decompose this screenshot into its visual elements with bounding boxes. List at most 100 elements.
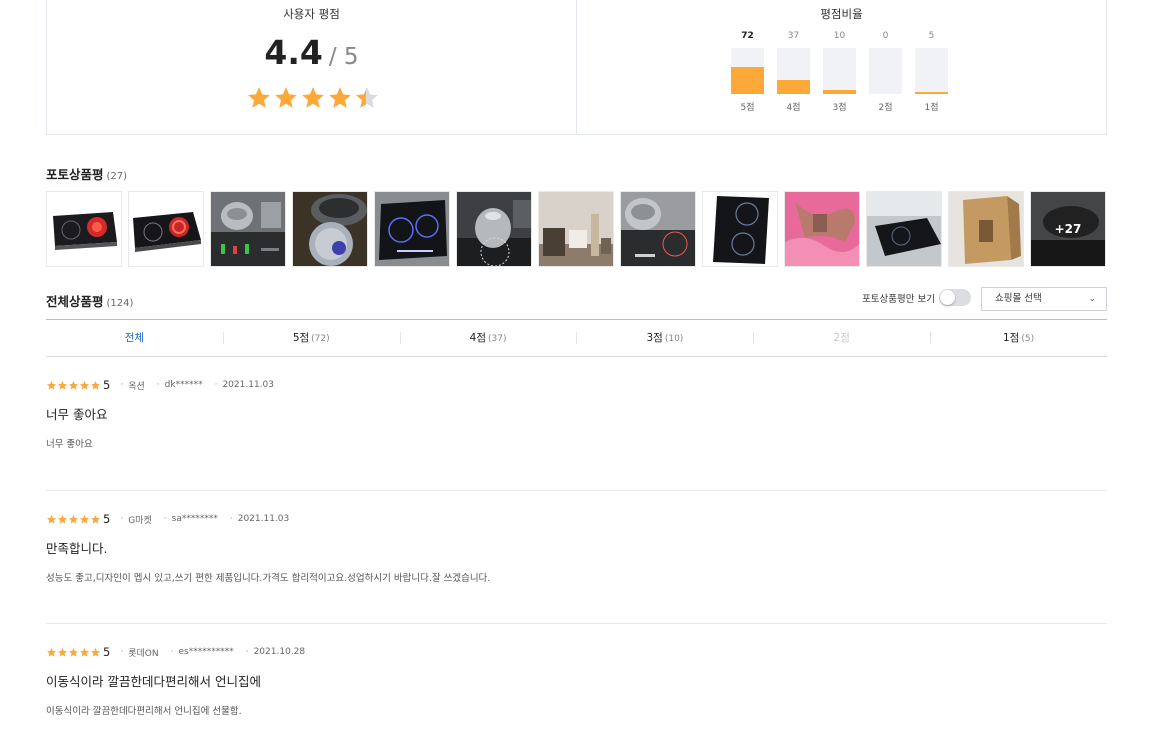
separator-dot: · [120, 647, 124, 657]
bar-5-star: 72 5점 [731, 29, 764, 113]
photo-thumbnail[interactable] [292, 191, 368, 267]
all-reviews-heading: 전체상품평 (124) [46, 291, 133, 310]
photo-thumbnail[interactable] [948, 191, 1024, 267]
separator-dot: · [163, 514, 167, 524]
review-body: 너무 좋아요 [46, 439, 93, 450]
bar-track [731, 48, 764, 94]
photo-only-label: 포토상품평만 보기 [862, 293, 935, 305]
photo-thumbnail[interactable] [784, 191, 860, 267]
review-star-rating [46, 380, 101, 391]
partial-star-icon [356, 87, 378, 108]
review-body: 성능도 좋고,디자인이 멥시 있고,쓰기 편한 제품입니다.가격도 합리적이고요… [46, 573, 491, 584]
tab-4-star[interactable]: 4점 (37) [399, 320, 577, 356]
photo-thumbnail[interactable] [374, 191, 450, 267]
average-score: 4.4/ 5 [47, 33, 576, 72]
chevron-down-icon: ⌄ [1088, 294, 1096, 304]
pot-on-cooktop-image [621, 192, 695, 266]
tab-count: (37) [488, 334, 507, 344]
star-icon [90, 514, 101, 524]
bar-label: 2점 [878, 103, 893, 113]
pink-fabric-image [785, 192, 859, 266]
photo-thumbnail[interactable] [46, 191, 122, 267]
review-date: 2021.11.03 [222, 380, 274, 390]
bar-fill [731, 67, 764, 94]
pot-lid-image [293, 192, 367, 266]
separator-dot: · [120, 380, 124, 390]
tab-5-star[interactable]: 5점 (72) [222, 320, 400, 356]
bar-3-star: 10 3점 [823, 29, 856, 113]
rating-distribution-bars: 72 5점 37 4점 10 3점 0 2점 5 1점 [731, 29, 948, 113]
star-icon [57, 380, 68, 390]
star-icon [302, 87, 324, 108]
tab-label: 5점 [292, 332, 310, 344]
bar-fill [823, 90, 856, 94]
review-meta: 5 · 롯데ON · es********** · 2021.10.28 [46, 644, 1107, 660]
star-icon [248, 87, 270, 108]
photo-review-strip: +27 [46, 191, 1106, 267]
review-body: 이동식이라 깔끔한데다편리해서 언니집에 선물함. [46, 706, 242, 717]
black-cooktop-image [703, 192, 777, 266]
rating-summary: 사용자 평점 4.4/ 5 평점비율 72 5점 37 4점 10 3점 0 2… [46, 0, 1107, 135]
tab-1-star[interactable]: 1점 (5) [930, 320, 1107, 356]
photo-thumbnail[interactable] [866, 191, 942, 267]
tab-2-star: 2점 [753, 320, 930, 356]
tab-label: 전체 [124, 332, 145, 344]
photo-thumbnail-more[interactable]: +27 [1030, 191, 1106, 267]
all-reviews-title: 전체상품평 [46, 294, 104, 309]
tab-label: 2점 [833, 332, 850, 344]
product-box-image [949, 192, 1023, 266]
mall-select-dropdown[interactable]: 쇼핑몰 선택 ⌄ [981, 287, 1107, 311]
cooktop-with-pot-image [211, 192, 285, 266]
review-title: 너무 좋아요 [46, 407, 108, 422]
review-meta: 5 · G마켓 · sa******** · 2021.11.03 [46, 511, 1107, 527]
star-icon [57, 647, 68, 657]
tab-count: (5) [1021, 334, 1035, 344]
distribution-title: 평점비율 [820, 7, 863, 21]
separator-dot: · [120, 514, 124, 524]
bar-count: 37 [787, 31, 800, 41]
tab-count: (72) [311, 334, 330, 344]
tab-label: 1점 [1003, 332, 1020, 344]
review-mall: G마켓 [128, 515, 152, 526]
review-title: 만족합니다. [46, 541, 108, 556]
induction-top-image [375, 192, 449, 266]
bar-count: 10 [833, 31, 846, 41]
star-icon [90, 647, 101, 657]
photo-only-filter: 포토상품평만 보기 [862, 289, 971, 306]
photo-only-toggle[interactable] [938, 289, 971, 306]
photo-reviews-title: 포토상품평 [46, 167, 104, 182]
star-icon [329, 87, 351, 108]
bar-1-star: 5 1점 [915, 29, 948, 113]
photo-thumbnail[interactable] [620, 191, 696, 267]
bar-fill [777, 80, 810, 94]
photo-thumbnail[interactable] [702, 191, 778, 267]
review-item: 5 · 옥션 · dk****** · 2021.11.03 너무 좋아요 너무 좋아… [46, 377, 1107, 491]
photo-thumbnail[interactable] [128, 191, 204, 267]
bar-track [915, 48, 948, 94]
tab-all[interactable]: 전체 [46, 320, 223, 356]
photo-thumbnail[interactable] [538, 191, 614, 267]
review-date: 2021.11.03 [237, 514, 290, 524]
mall-select-label: 쇼핑몰 선택 [995, 293, 1042, 304]
user-rating-title: 사용자 평점 [283, 7, 340, 21]
star-icon [46, 514, 57, 524]
tab-label: 3점 [646, 332, 663, 344]
star-icon [275, 87, 297, 108]
score-value: 4.4 [264, 33, 323, 72]
separator-dot: · [245, 647, 249, 657]
photo-thumbnail[interactable] [210, 191, 286, 267]
review-score: 5 [103, 512, 111, 526]
review-user: dk****** [164, 380, 203, 390]
review-score: 5 [103, 378, 111, 392]
separator-dot: · [229, 514, 233, 524]
star-icon [79, 380, 90, 390]
photo-thumbnail[interactable] [456, 191, 532, 267]
toggle-knob [939, 290, 955, 305]
rating-distribution-panel: 평점비율 72 5점 37 4점 10 3점 0 2점 5 1점 [577, 0, 1106, 134]
star-icon [68, 514, 79, 524]
tab-3-star[interactable]: 3점 (10) [576, 320, 753, 356]
star-icon [57, 514, 68, 524]
bar-track [869, 48, 902, 94]
cooktop-on-counter-image [867, 192, 941, 266]
star-icon [46, 647, 57, 657]
